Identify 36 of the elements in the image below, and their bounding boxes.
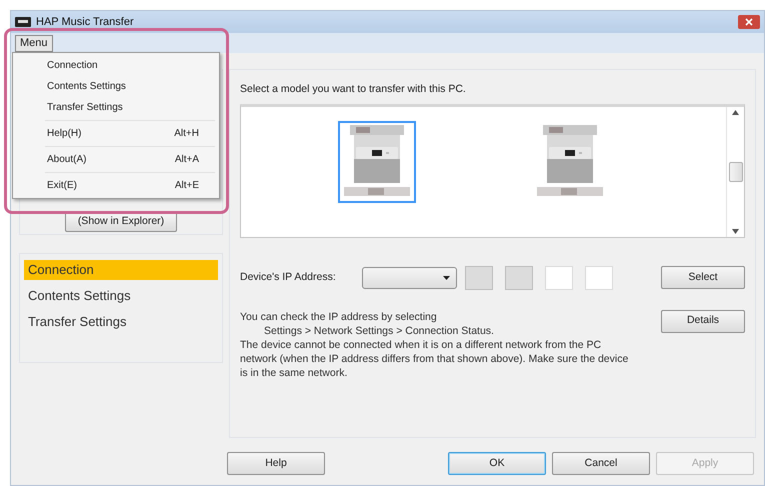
note-text: The device cannot be connected when it is on a different network from the PC network (when the IP address differs from that shown above). Make sure the device is in the same network.	[240, 338, 628, 379]
prompt-text: Select a model you want to transfer with this PC.	[240, 82, 467, 97]
menu-option[interactable]: About(A)	[47, 149, 86, 170]
ip-octet-field[interactable]	[584, 266, 613, 290]
show-in-explorer-button[interactable]: (Show in Explorer)	[65, 212, 177, 232]
menu-option[interactable]: Exit(E)	[47, 175, 77, 196]
shortcut-text: Alt+A	[174, 153, 199, 167]
ip-octet-field[interactable]	[544, 266, 573, 290]
close-icon	[745, 18, 753, 26]
sidebar-item[interactable]: Contents Settings	[24, 286, 218, 306]
shortcut-text: Alt+H	[174, 127, 199, 141]
window-title: HAP Music Transfer	[36, 14, 134, 30]
menu-button[interactable]: Menu	[15, 34, 53, 52]
scroll-down-icon[interactable]	[732, 228, 739, 234]
note-text: Settings > Network Settings > Connection Status.	[264, 324, 494, 337]
menu-option[interactable]: Connection	[47, 55, 98, 76]
menu-option[interactable]: Help(H)	[47, 123, 82, 144]
details-button[interactable]: Details	[661, 310, 745, 333]
app-icon	[15, 17, 31, 27]
cancel-button[interactable]: Cancel	[552, 452, 650, 475]
menu-option[interactable]: Transfer Settings	[47, 97, 123, 118]
select-button[interactable]: Select	[661, 266, 745, 290]
scroll-bar[interactable]	[726, 106, 744, 237]
ok-button[interactable]: OK	[448, 452, 546, 475]
shortcut-text: Alt+E	[174, 179, 199, 193]
scroll-thumb[interactable]	[728, 162, 742, 182]
menu-option[interactable]: Contents Settings	[47, 76, 126, 97]
network-dropdown[interactable]	[362, 266, 457, 289]
close-button[interactable]	[738, 15, 760, 29]
scroll-up-icon[interactable]	[732, 110, 739, 115]
caret-icon	[442, 276, 450, 280]
sidebar-item[interactable]: Connection	[24, 260, 218, 280]
note-text: You can check the IP address by selecting	[240, 310, 437, 323]
sidebar-item[interactable]: Transfer Settings	[24, 312, 218, 332]
ip-address-label: Device's IP Address:	[240, 270, 336, 285]
help-button[interactable]: Help	[227, 452, 325, 475]
